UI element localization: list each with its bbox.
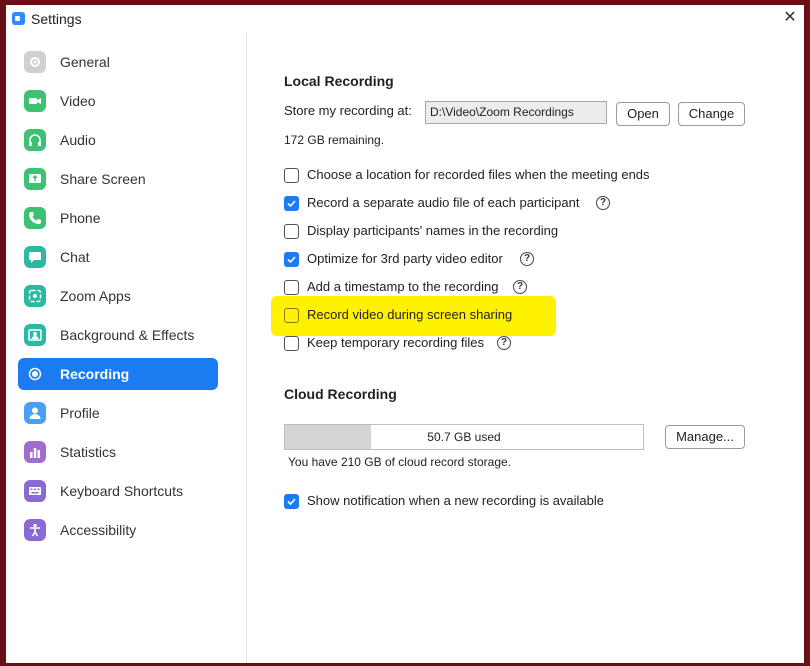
- option-label: Keep temporary recording files: [307, 335, 485, 350]
- zoom-app-icon: [12, 12, 25, 25]
- sidebar-item-recording[interactable]: Recording: [18, 358, 218, 390]
- sidebar-item-label: General: [60, 54, 110, 70]
- option-label: Display participants' names in the recor…: [307, 223, 559, 238]
- checkbox[interactable]: [284, 224, 299, 239]
- remaining-space-text: 172 GB remaining.: [284, 133, 385, 147]
- store-location-label: Store my recording at:: [284, 103, 412, 118]
- sidebar-item-label: Zoom Apps: [60, 288, 131, 304]
- keyboard-icon: [24, 480, 46, 502]
- sidebar-item-audio[interactable]: Audio: [18, 124, 218, 156]
- sidebar-item-label: Background & Effects: [60, 327, 195, 343]
- cloud-usage-text: 50.7 GB used: [427, 430, 501, 444]
- sidebar-item-chat[interactable]: Chat: [18, 241, 218, 273]
- sidebar-item-phone[interactable]: Phone: [18, 202, 218, 234]
- sidebar-item-label: Chat: [60, 249, 90, 265]
- option-label: Record a separate audio file of each par…: [307, 195, 580, 210]
- window-title: Settings: [31, 11, 82, 27]
- help-icon[interactable]: ?: [513, 280, 527, 294]
- settings-window: Settings ✕ General Video Audio Share Scr…: [6, 5, 804, 663]
- sidebar-item-video[interactable]: Video: [18, 85, 218, 117]
- checkbox[interactable]: [284, 168, 299, 183]
- sidebar-item-label: Audio: [60, 132, 96, 148]
- sidebar-item-label: Accessibility: [60, 522, 137, 538]
- video-camera-icon: [24, 90, 46, 112]
- sidebar-item-general[interactable]: General: [18, 46, 218, 78]
- cloud-usage-bar: 50.7 GB used: [284, 424, 644, 450]
- sidebar-item-accessibility[interactable]: Accessibility: [18, 514, 218, 546]
- settings-sidebar: General Video Audio Share Screen Phone C…: [6, 32, 247, 663]
- close-icon[interactable]: ✕: [782, 10, 798, 26]
- checkbox[interactable]: [284, 336, 299, 351]
- sidebar-item-label: Share Screen: [60, 171, 146, 187]
- option-label: Add a timestamp to the recording: [307, 279, 499, 294]
- apps-icon: [24, 285, 46, 307]
- checkbox[interactable]: [284, 280, 299, 295]
- local-recording-title: Local Recording: [284, 73, 394, 89]
- option-label: Record video during screen sharing: [307, 307, 513, 322]
- manage-button[interactable]: Manage...: [665, 425, 745, 449]
- help-icon[interactable]: ?: [497, 336, 511, 350]
- option-label: Optimize for 3rd party video editor: [307, 251, 503, 266]
- statistics-icon: [24, 441, 46, 463]
- sidebar-item-share-screen[interactable]: Share Screen: [18, 163, 218, 195]
- sidebar-item-keyboard-shortcuts[interactable]: Keyboard Shortcuts: [18, 475, 218, 507]
- sidebar-item-label: Profile: [60, 405, 100, 421]
- sidebar-item-label: Recording: [60, 366, 130, 382]
- checkbox[interactable]: [284, 308, 299, 323]
- help-icon[interactable]: ?: [520, 252, 534, 266]
- cloud-storage-text: You have 210 GB of cloud record storage.: [288, 455, 512, 469]
- gear-icon: [24, 51, 46, 73]
- change-button[interactable]: Change: [678, 102, 745, 126]
- recording-settings-panel: Local Recording Store my recording at: D…: [247, 32, 804, 663]
- checkbox-checked[interactable]: [284, 196, 299, 211]
- recording-path-field[interactable]: D:\Video\Zoom Recordings: [425, 101, 607, 124]
- accessibility-icon: [24, 519, 46, 541]
- help-icon[interactable]: ?: [596, 196, 610, 210]
- chat-bubble-icon: [24, 246, 46, 268]
- sidebar-item-label: Video: [60, 93, 96, 109]
- headphones-icon: [24, 129, 46, 151]
- open-button[interactable]: Open: [616, 102, 670, 126]
- sidebar-item-profile[interactable]: Profile: [18, 397, 218, 429]
- record-icon: [24, 363, 46, 385]
- phone-icon: [24, 207, 46, 229]
- profile-icon: [24, 402, 46, 424]
- sidebar-item-zoom-apps[interactable]: Zoom Apps: [18, 280, 218, 312]
- title-bar: Settings ✕: [6, 5, 804, 32]
- sidebar-item-background-effects[interactable]: Background & Effects: [18, 319, 218, 351]
- option-label: Show notification when a new recording i…: [307, 493, 605, 508]
- sidebar-item-label: Statistics: [60, 444, 117, 460]
- background-icon: [24, 324, 46, 346]
- sidebar-item-label: Phone: [60, 210, 101, 226]
- sidebar-item-statistics[interactable]: Statistics: [18, 436, 218, 468]
- sidebar-item-label: Keyboard Shortcuts: [60, 483, 183, 499]
- checkbox-checked[interactable]: [284, 252, 299, 267]
- cloud-recording-title: Cloud Recording: [284, 386, 397, 402]
- share-screen-icon: [24, 168, 46, 190]
- checkbox-checked[interactable]: [284, 494, 299, 509]
- option-label: Choose a location for recorded files whe…: [307, 167, 650, 182]
